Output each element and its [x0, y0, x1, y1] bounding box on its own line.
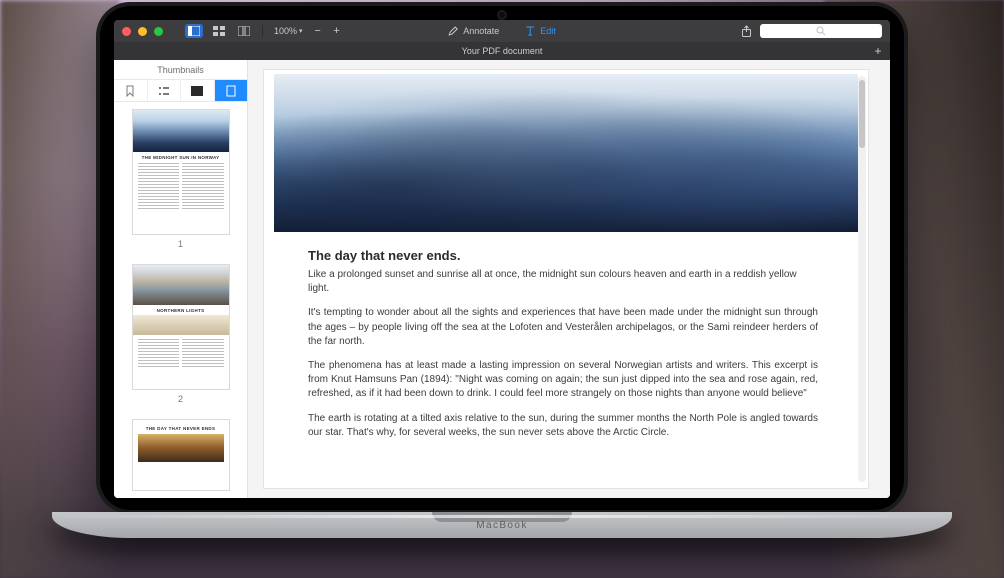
- page2-number: 2: [178, 394, 183, 404]
- grid-view-icon[interactable]: [210, 24, 228, 38]
- document-tab[interactable]: Your PDF document: [462, 46, 543, 56]
- page1-number: 1: [178, 239, 183, 249]
- doc-paragraph-3: The phenomena has at least made a lastin…: [308, 359, 818, 402]
- zoom-value: 100%: [274, 26, 297, 36]
- sidebar-tab-thumbnails[interactable]: [215, 80, 248, 101]
- chevron-down-icon: ▾: [299, 27, 303, 35]
- hero-mountain-image: [274, 74, 858, 232]
- sidebar-tab-annotations[interactable]: [181, 80, 215, 101]
- annotate-label: Annotate: [463, 26, 499, 36]
- doc-paragraph-4: The earth is rotating at a tilted axis r…: [308, 412, 818, 440]
- screen: 100% ▾ − + Annotate Edit: [114, 20, 890, 498]
- macbook-frame: 100% ▾ − + Annotate Edit: [52, 0, 952, 578]
- document-page: The day that never ends. Like a prolonge…: [264, 70, 868, 488]
- thumbnails-sidebar: Thumbnails: [114, 60, 248, 498]
- zoom-dropdown[interactable]: 100% ▾: [272, 26, 305, 36]
- sidebar-mode-tabs: [114, 80, 247, 102]
- edit-label: Edit: [540, 26, 556, 36]
- toolbar-right-group: [741, 24, 882, 38]
- webcam: [499, 12, 505, 18]
- sidebar-tab-bookmarks[interactable]: [114, 80, 148, 101]
- share-icon[interactable]: [741, 25, 752, 37]
- page1-hero-image: [133, 110, 229, 152]
- page1-title: THE MIDNIGHT SUN IN NORWAY: [137, 155, 225, 160]
- page2-hero-image: [133, 265, 229, 305]
- doc-paragraph-1: Like a prolonged sunset and sunrise all …: [308, 268, 818, 296]
- doc-paragraph-2: It's tempting to wonder about all the si…: [308, 306, 818, 349]
- document-viewport[interactable]: The day that never ends. Like a prolonge…: [248, 60, 890, 498]
- page2-title: NORTHERN LIGHTS: [137, 308, 225, 313]
- thumbnail-page-2[interactable]: NORTHERN LIGHTS 2: [132, 265, 229, 404]
- annotate-button[interactable]: Annotate: [448, 26, 499, 36]
- new-tab-button[interactable]: +: [872, 44, 884, 58]
- zoom-in-button[interactable]: +: [331, 25, 343, 37]
- edit-text-icon: [525, 26, 535, 36]
- traffic-light-close[interactable]: [122, 27, 131, 36]
- search-field[interactable]: [760, 24, 882, 38]
- page3-title: THE DAY THAT NEVER ENDS: [137, 426, 225, 431]
- toolbar-center-group: Annotate Edit: [448, 26, 556, 36]
- toolbar-separator: [262, 25, 263, 37]
- doc-heading: The day that never ends.: [308, 248, 818, 263]
- zoom-out-button[interactable]: −: [312, 25, 324, 37]
- sidebar-tab-outline[interactable]: [148, 80, 182, 101]
- thumbnail-page-1[interactable]: THE MIDNIGHT SUN IN NORWAY 1: [132, 110, 229, 249]
- page3-hero-image: [138, 434, 224, 462]
- workspace: Thumbnails: [114, 60, 890, 498]
- two-page-view-icon[interactable]: [235, 24, 253, 38]
- document-scrollbar[interactable]: [858, 76, 866, 482]
- edit-button[interactable]: Edit: [525, 26, 556, 36]
- sidebar-title: Thumbnails: [114, 60, 247, 80]
- macbook-label: MacBook: [52, 520, 952, 531]
- tab-bar: Your PDF document +: [114, 42, 890, 60]
- traffic-light-minimize[interactable]: [138, 27, 147, 36]
- thumbnail-page-3[interactable]: THE DAY THAT NEVER ENDS: [132, 420, 229, 490]
- document-body: The day that never ends. Like a prolonge…: [264, 248, 868, 464]
- thumbnails-list[interactable]: THE MIDNIGHT SUN IN NORWAY 1 NORTHERN LI…: [114, 102, 247, 498]
- search-icon: [816, 26, 826, 36]
- window-titlebar: 100% ▾ − + Annotate Edit: [114, 20, 890, 42]
- traffic-light-zoom[interactable]: [154, 27, 163, 36]
- sidebar-toggle-icon[interactable]: [185, 24, 203, 38]
- pen-icon: [448, 26, 458, 36]
